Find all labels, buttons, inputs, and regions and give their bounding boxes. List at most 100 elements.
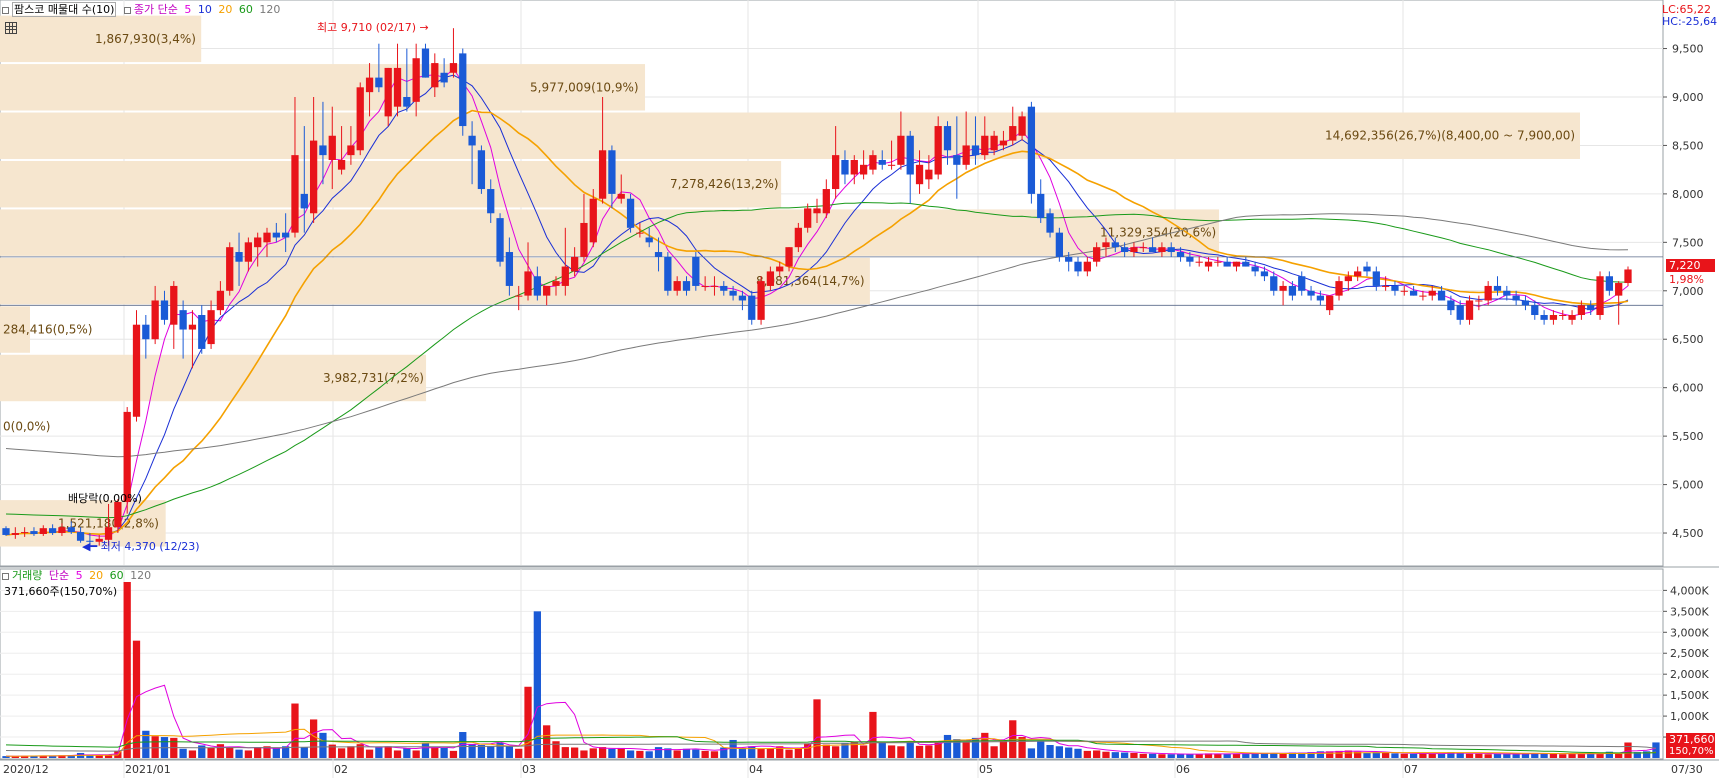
candle-body: [403, 96, 411, 107]
candle-body: [1605, 276, 1613, 291]
volume-bar: [617, 747, 625, 758]
candle-body: [1428, 290, 1436, 296]
date-label: 03: [522, 763, 536, 776]
candle-body: [1046, 213, 1054, 233]
price-tick-label: 6,500: [1672, 333, 1704, 346]
volume-bar: [943, 734, 952, 758]
current-price-badge: 7,220: [1666, 259, 1715, 272]
ma-legend-120: 120: [259, 3, 281, 16]
volume-bar: [1596, 753, 1604, 758]
date-label: 04: [749, 763, 763, 776]
price-tick-label: 6,000: [1672, 382, 1704, 395]
candle-body: [477, 150, 486, 190]
volume-bar: [1615, 753, 1623, 758]
candle-body: [589, 198, 597, 243]
candle-body: [1288, 285, 1297, 296]
volume-tick-label: 1,000K: [1670, 710, 1709, 723]
stock-chart[interactable]: 9,500 9,000 8,500 8,000 7,500 7,000 6,500 6,000…: [0, 0, 1719, 779]
candle-body: [337, 159, 346, 170]
legend-marker-icon: [2, 6, 9, 14]
grid-settings-icon[interactable]: [5, 22, 17, 34]
volume-ma-prefix[interactable]: 단순: [49, 569, 69, 582]
candle-body: [1503, 290, 1511, 296]
candle-body: [1493, 285, 1502, 291]
candle-body: [804, 208, 812, 228]
candle-body: [412, 58, 420, 102]
volume-bar: [1568, 753, 1576, 758]
candle-body: [701, 285, 709, 287]
candle-body: [1251, 266, 1259, 272]
volume-bar: [1195, 754, 1203, 758]
candle-body: [384, 67, 392, 117]
candle-body: [720, 285, 728, 291]
volume-bar: [1037, 741, 1045, 758]
candle-body: [990, 135, 998, 151]
volume-bar: [123, 582, 131, 758]
candle-body: [897, 135, 905, 165]
volume-ma-legend-120: 120: [130, 569, 152, 582]
volume-bar: [794, 747, 802, 758]
candle-body: [440, 72, 448, 83]
volume-bar: [1167, 754, 1175, 758]
volume-bar: [682, 748, 691, 758]
candle-body: [226, 247, 234, 291]
candle-body: [30, 531, 38, 534]
candle-body: [254, 237, 262, 248]
volume-bar: [748, 746, 756, 758]
volume-ma-legend-5: 5: [75, 569, 83, 582]
candle-body: [543, 285, 551, 296]
date-label: 02: [334, 763, 348, 776]
candle-body: [1475, 300, 1483, 302]
current-volume-readout: 371,660주(150,70%): [4, 585, 118, 598]
volume-ma-legend-20: 20: [89, 569, 104, 582]
volume-bar: [897, 746, 905, 758]
volume-bar: [589, 748, 597, 758]
left-arrow-icon: ◀━: [82, 540, 101, 553]
candle-body: [1354, 271, 1362, 277]
candle-body: [1148, 247, 1157, 253]
date-label: 06: [1176, 763, 1190, 776]
candle-body: [832, 155, 840, 190]
candle-body: [282, 232, 290, 238]
candle-body: [626, 198, 635, 228]
right-arrow-icon: →: [416, 21, 429, 34]
volume-profile-label: 1,867,930(3,4%): [95, 32, 196, 46]
volume-bar: [1055, 746, 1064, 758]
candle-body: [794, 227, 802, 248]
candle-body: [468, 135, 476, 146]
volume-bar: [1074, 748, 1082, 758]
candle-body: [1419, 295, 1427, 297]
candle-body: [1037, 193, 1045, 219]
candle-body: [934, 126, 942, 175]
candle-body: [1512, 295, 1520, 301]
date-label: 2021/01: [125, 763, 171, 776]
volume-bar: [235, 749, 243, 758]
candle-body: [347, 145, 355, 156]
volume-tick-label: 2,500K: [1670, 647, 1709, 660]
volume-bar: [1484, 754, 1492, 758]
volume-bar: [580, 750, 588, 758]
candle-body: [142, 324, 150, 340]
candle-body: [272, 232, 280, 238]
candle-body: [21, 532, 29, 534]
candle-body: [216, 290, 225, 311]
main-indicator-title[interactable]: 팜스코 매물대 수(10): [12, 2, 117, 17]
volume-bar: [1186, 754, 1194, 758]
candle-body: [263, 232, 271, 243]
candle-body: [608, 150, 616, 194]
volume-bar: [906, 741, 914, 758]
price-tick-label: 7,000: [1672, 285, 1704, 298]
candle-body: [1624, 269, 1632, 284]
candle-body: [1186, 256, 1194, 262]
volume-indicator-title[interactable]: 거래량: [12, 569, 42, 582]
volume-bar: [254, 747, 262, 758]
volume-bar: [832, 746, 840, 758]
candle-body: [188, 324, 197, 330]
candle-body: [1400, 290, 1408, 292]
candle-body: [1260, 271, 1269, 277]
candle-body: [906, 135, 914, 175]
ma-legend-prefix[interactable]: 종가 단순: [134, 3, 178, 16]
volume-bar: [309, 719, 318, 758]
candle-body: [1577, 305, 1586, 316]
candle-body: [1055, 232, 1064, 257]
